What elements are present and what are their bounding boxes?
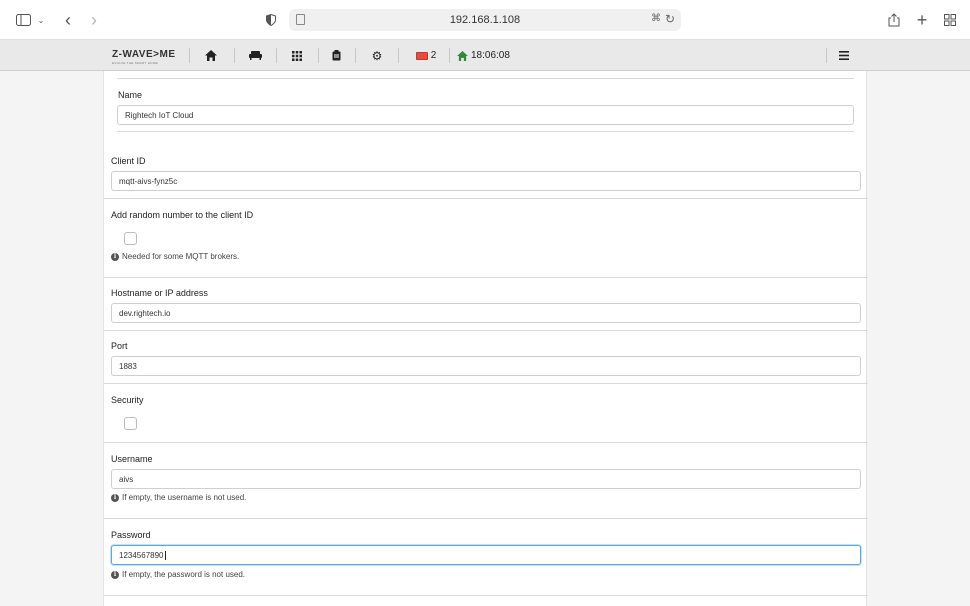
sofa-icon[interactable] — [246, 47, 264, 64]
text-caret — [164, 550, 166, 560]
name-label: Name — [118, 90, 143, 100]
divider — [104, 198, 868, 199]
divider — [104, 442, 868, 443]
forward-icon[interactable]: › — [86, 10, 102, 30]
back-icon[interactable]: ‹ — [60, 10, 76, 30]
settings-form: Name Rightech IoT Cloud Client ID mqtt-a… — [103, 71, 868, 606]
translate-icon[interactable]: ⌘ — [651, 13, 661, 24]
info-icon: i — [111, 493, 119, 502]
nav-divider — [826, 48, 827, 63]
nav-divider — [449, 48, 450, 63]
divider — [104, 595, 868, 596]
gears-icon[interactable]: ⚙ — [368, 47, 386, 64]
username-hint-text: If empty, the username is not used. — [122, 493, 247, 502]
alerts-count: 2 — [430, 50, 437, 61]
url-text: 192.168.1.108 — [449, 14, 521, 26]
divider — [117, 78, 854, 79]
password-label: Password — [111, 530, 151, 540]
nav-divider — [398, 48, 399, 63]
new-tab-icon[interactable]: + — [914, 10, 930, 30]
port-label: Port — [111, 341, 128, 351]
grid-icon[interactable] — [289, 47, 305, 64]
shield-icon[interactable] — [264, 10, 278, 30]
page-icon — [296, 14, 305, 25]
random-number-checkbox[interactable] — [124, 232, 137, 245]
security-label: Security — [111, 395, 144, 405]
hostname-label: Hostname or IP address — [111, 288, 208, 298]
alerts-button[interactable]: 2 — [413, 47, 439, 64]
password-value: 1234567890 — [119, 550, 164, 560]
chevron-down-icon[interactable]: ⌄ — [36, 10, 46, 30]
nav-divider — [276, 48, 277, 63]
divider — [104, 518, 868, 519]
password-hint: i If empty, the password is not used. — [111, 570, 245, 579]
menu-icon[interactable] — [837, 47, 851, 64]
random-number-hint: i Needed for some MQTT brokers. — [111, 252, 239, 261]
home-icon[interactable] — [203, 47, 219, 64]
divider — [104, 277, 868, 278]
password-hint-text: If empty, the password is not used. — [122, 570, 246, 579]
security-checkbox[interactable] — [124, 417, 137, 430]
client-id-input[interactable]: mqtt-aivs-fynz5c — [111, 171, 861, 191]
time-display: 18:06:08 — [457, 47, 513, 64]
username-label: Username — [111, 454, 153, 464]
username-input[interactable]: aivs — [111, 469, 861, 489]
nav-divider — [189, 48, 190, 63]
client-id-label: Client ID — [111, 156, 146, 166]
zwaveme-logo[interactable]: Z-WAVE>ME EVOLVE THE SMART HOME — [112, 49, 175, 65]
home-status-icon — [457, 50, 468, 61]
nav-divider — [355, 48, 356, 63]
nav-divider — [234, 48, 235, 63]
divider — [104, 330, 868, 331]
app-navbar: Z-WAVE>ME EVOLVE THE SMART HOME ⚙ 2 18:0… — [0, 40, 970, 71]
reload-icon[interactable]: ↻ — [665, 12, 675, 26]
random-number-hint-text: Needed for some MQTT brokers. — [122, 252, 240, 261]
share-icon[interactable] — [886, 10, 902, 30]
random-number-label: Add random number to the client ID — [111, 210, 254, 220]
logo-text: Z-WAVE>ME — [112, 49, 176, 60]
divider — [117, 131, 854, 132]
password-input[interactable]: 1234567890 — [111, 545, 861, 565]
name-input[interactable]: Rightech IoT Cloud — [117, 105, 854, 125]
tab-overview-icon[interactable] — [942, 10, 958, 30]
nav-divider — [318, 48, 319, 63]
clock-text: 18:06:08 — [471, 50, 510, 61]
address-bar[interactable]: 192.168.1.108 ⌘ ↻ — [289, 9, 681, 31]
username-hint: i If empty, the username is not used. — [111, 493, 246, 502]
alert-icon — [415, 51, 428, 60]
clipboard-icon[interactable] — [329, 47, 343, 64]
browser-toolbar: ⌄ ‹ › 192.168.1.108 ⌘ ↻ + — [0, 0, 970, 40]
port-input[interactable]: 1883 — [111, 356, 861, 376]
logo-tagline: EVOLVE THE SMART HOME — [112, 61, 158, 65]
info-icon: i — [111, 252, 119, 261]
info-icon: i — [111, 570, 119, 579]
hostname-input[interactable]: dev.rightech.io — [111, 303, 861, 323]
divider — [104, 383, 868, 384]
sidebar-toggle-icon[interactable] — [14, 10, 32, 30]
